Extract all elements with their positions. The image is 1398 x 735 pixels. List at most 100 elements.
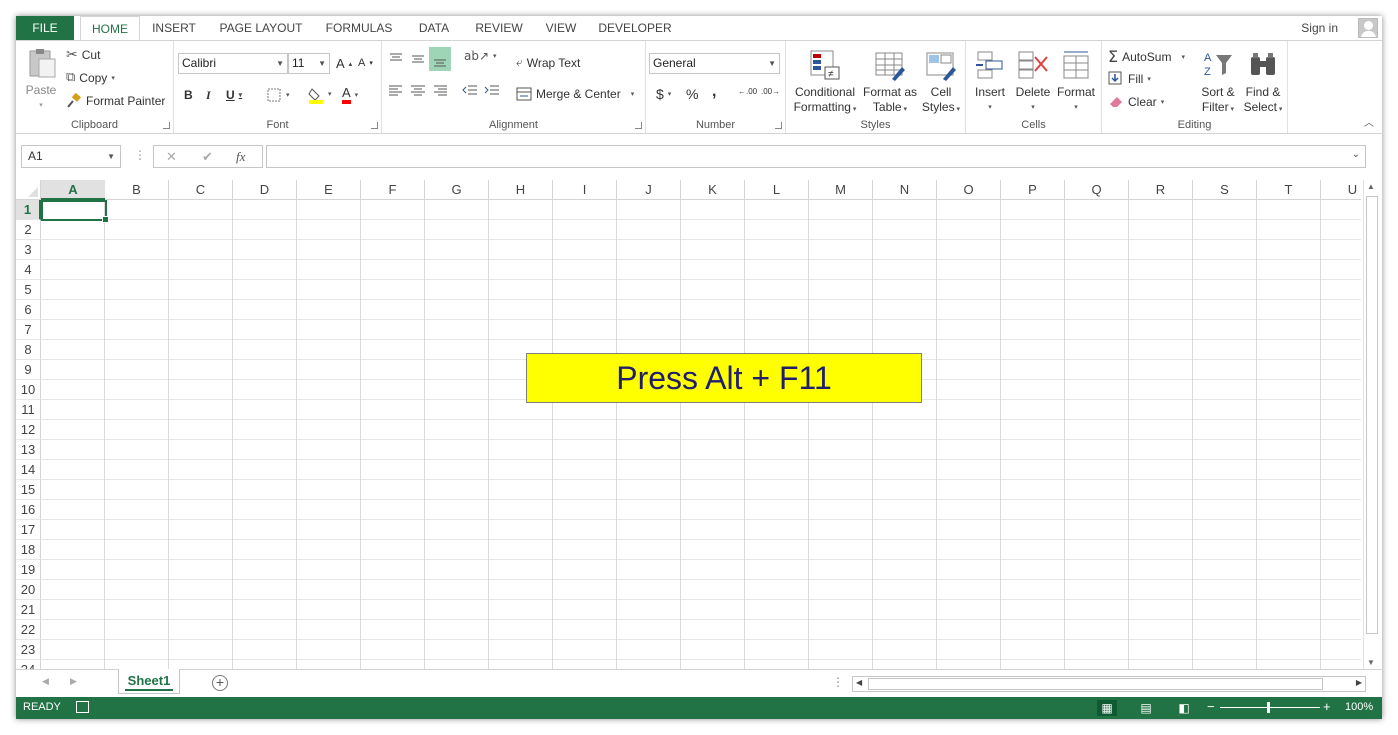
zoom-slider[interactable] <box>1220 707 1320 708</box>
cancel-icon[interactable]: ✕ <box>166 149 177 165</box>
collapse-ribbon-icon[interactable]: ︿ <box>1364 114 1374 129</box>
row-header-3[interactable]: 3 <box>16 240 41 260</box>
cut-button[interactable]: ✂ Cut <box>66 47 100 63</box>
row-header-12[interactable]: 12 <box>16 420 41 440</box>
name-box[interactable]: A1 ▼ <box>21 145 121 168</box>
row-header-11[interactable]: 11 <box>16 400 41 420</box>
tab-review[interactable]: REVIEW <box>471 16 527 40</box>
tab-developer[interactable]: DEVELOPER <box>596 16 674 40</box>
accounting-format-button[interactable]: $ ▾ <box>656 86 671 102</box>
align-bottom-button[interactable] <box>429 47 451 71</box>
row-header-14[interactable]: 14 <box>16 460 41 480</box>
decrease-indent-button[interactable] <box>462 83 478 99</box>
conditional-formatting-button[interactable]: ≠ Conditional Formatting ▾ <box>790 49 860 117</box>
tab-page-layout[interactable]: PAGE LAYOUT <box>216 16 306 40</box>
tab-insert[interactable]: INSERT <box>148 16 200 40</box>
row-header-22[interactable]: 22 <box>16 620 41 640</box>
macro-recording-icon[interactable] <box>76 701 89 713</box>
clipboard-launcher-icon[interactable] <box>163 122 170 129</box>
column-header-q[interactable]: Q <box>1065 180 1129 200</box>
row-header-8[interactable]: 8 <box>16 340 41 360</box>
column-header-o[interactable]: O <box>937 180 1001 200</box>
zoom-out-icon[interactable]: − <box>1207 699 1215 714</box>
find-select-button[interactable]: Find & Select ▾ <box>1240 49 1286 117</box>
formula-input[interactable]: ⌄ <box>266 145 1366 168</box>
align-left-button[interactable] <box>388 83 404 99</box>
format-as-table-button[interactable]: Format as Table ▾ <box>862 49 918 117</box>
delete-cells-button[interactable]: Delete ▾ <box>1012 49 1054 115</box>
grow-font-button[interactable]: A ▴ <box>336 56 352 71</box>
font-size-combo[interactable]: 11 ▼ <box>288 53 330 74</box>
page-break-view-icon[interactable]: ◧ <box>1174 700 1194 716</box>
row-header-23[interactable]: 23 <box>16 640 41 660</box>
row-header-15[interactable]: 15 <box>16 480 41 500</box>
wrap-text-button[interactable]: ⤶ Wrap Text <box>516 55 580 70</box>
column-header-s[interactable]: S <box>1193 180 1257 200</box>
copy-button[interactable]: ⧉ Copy ▾ <box>66 70 115 85</box>
decrease-decimal-button[interactable]: .00→ <box>761 87 780 96</box>
column-header-c[interactable]: C <box>169 180 233 200</box>
merge-center-button[interactable]: Merge & Center ▾ <box>516 86 634 102</box>
column-header-n[interactable]: N <box>873 180 937 200</box>
horizontal-scroll-thumb[interactable] <box>868 678 1323 690</box>
column-header-t[interactable]: T <box>1257 180 1321 200</box>
column-header-u[interactable]: U <box>1321 180 1361 200</box>
worksheet-grid[interactable]: ABCDEFGHIJKLMNOPQRSTU 1 2 3 4 5 6 7 8 9 10 11 12 13 1… <box>16 180 1361 669</box>
active-cell[interactable] <box>41 200 109 223</box>
column-header-d[interactable]: D <box>233 180 297 200</box>
column-header-f[interactable]: F <box>361 180 425 200</box>
row-header-16[interactable]: 16 <box>16 500 41 520</box>
row-header-1[interactable]: 1 <box>16 200 41 220</box>
format-cells-button[interactable]: Format ▾ <box>1054 49 1098 115</box>
zoom-in-icon[interactable]: + <box>1323 699 1331 714</box>
column-header-r[interactable]: R <box>1129 180 1193 200</box>
increase-decimal-button[interactable]: ←.00 <box>738 87 757 96</box>
percent-style-button[interactable]: % <box>686 86 698 102</box>
increase-indent-button[interactable] <box>484 83 500 99</box>
fill-color-button[interactable]: ▾ <box>308 86 332 104</box>
column-header-k[interactable]: K <box>681 180 745 200</box>
align-middle-button[interactable] <box>410 51 426 67</box>
orientation-button[interactable]: ab↗ ▾ <box>464 49 497 63</box>
user-avatar-icon[interactable] <box>1358 18 1378 38</box>
scroll-right-icon[interactable]: ▶ <box>1356 678 1362 687</box>
vertical-scrollbar[interactable]: ▲ ▼ <box>1363 180 1380 669</box>
row-header-19[interactable]: 19 <box>16 560 41 580</box>
row-header-13[interactable]: 13 <box>16 440 41 460</box>
enter-icon[interactable]: ✔ <box>202 149 213 165</box>
column-header-i[interactable]: I <box>553 180 617 200</box>
shrink-font-button[interactable]: A ▾ <box>358 57 373 69</box>
row-header-4[interactable]: 4 <box>16 260 41 280</box>
font-name-combo[interactable]: Calibri ▼ <box>178 53 288 74</box>
row-header-2[interactable]: 2 <box>16 220 41 240</box>
row-header-5[interactable]: 5 <box>16 280 41 300</box>
cell-styles-button[interactable]: Cell Styles ▾ <box>920 49 962 117</box>
column-header-g[interactable]: G <box>425 180 489 200</box>
row-header-10[interactable]: 10 <box>16 380 41 400</box>
column-header-b[interactable]: B <box>105 180 169 200</box>
normal-view-icon[interactable]: ▦ <box>1097 700 1117 716</box>
column-header-a[interactable]: A <box>41 180 106 200</box>
number-format-combo[interactable]: General ▼ <box>649 53 780 74</box>
select-all-button[interactable] <box>16 180 41 200</box>
tab-split-grip-icon[interactable]: ⋮ <box>832 675 844 689</box>
zoom-slider-thumb[interactable] <box>1267 702 1270 713</box>
insert-cells-button[interactable]: Insert ▾ <box>970 49 1010 115</box>
align-top-button[interactable] <box>388 51 404 67</box>
alignment-launcher-icon[interactable] <box>635 122 642 129</box>
column-header-e[interactable]: E <box>297 180 361 200</box>
align-center-button[interactable] <box>410 83 426 99</box>
column-header-m[interactable]: M <box>809 180 873 200</box>
zoom-level[interactable]: 100% <box>1345 701 1373 713</box>
cell-area[interactable] <box>41 200 1361 669</box>
row-header-9[interactable]: 9 <box>16 360 41 380</box>
scroll-down-icon[interactable]: ▼ <box>1367 658 1375 667</box>
column-header-j[interactable]: J <box>617 180 681 200</box>
font-launcher-icon[interactable] <box>371 122 378 129</box>
next-sheet-icon[interactable]: ▶ <box>70 676 77 687</box>
page-layout-view-icon[interactable]: ▤ <box>1136 700 1156 716</box>
insert-function-icon[interactable]: fx <box>236 149 245 165</box>
horizontal-scrollbar[interactable]: ◀ ▶ <box>852 676 1366 692</box>
prev-sheet-icon[interactable]: ◀ <box>42 676 49 687</box>
tab-view[interactable]: VIEW <box>542 16 580 40</box>
